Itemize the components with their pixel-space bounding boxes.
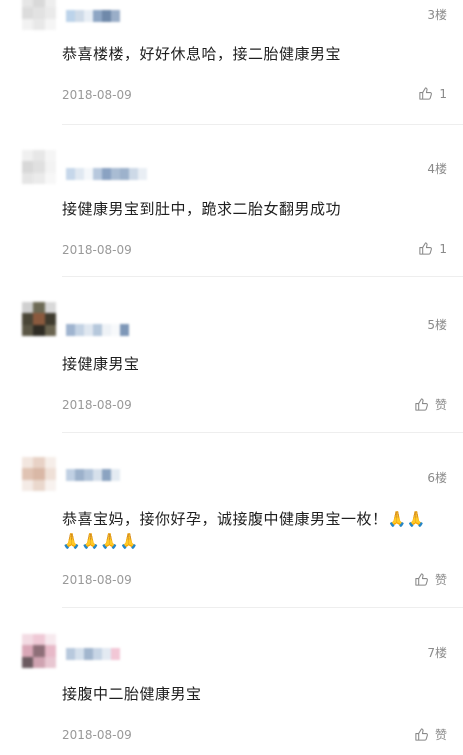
thumbs-up-icon [419,242,433,255]
username[interactable] [66,10,120,22]
username[interactable] [66,168,147,180]
divider [62,124,463,125]
like-button[interactable]: 1 [418,86,447,101]
comment-text: 接腹中二胎健康男宝 [62,685,202,703]
divider [62,276,463,277]
divider [62,432,463,433]
floor-number: 6楼 [427,471,447,485]
comment-text: 恭喜楼楼，好好休息哈，接二胎健康男宝 [62,45,342,63]
comment-text: 接健康男宝到肚中，跪求二胎女翻男成功 [62,200,342,218]
comment-date: 2018-08-09 [62,88,132,102]
avatar[interactable] [22,150,56,184]
comment-text: 接健康男宝 [62,355,140,373]
thumbs-up-icon [415,728,428,741]
like-button[interactable]: 1 [418,241,447,256]
avatar[interactable] [22,457,56,491]
comment-date: 2018-08-09 [62,398,132,412]
like-label: 赞 [434,398,447,412]
divider [62,607,463,608]
avatar[interactable] [22,302,56,336]
thumbs-up-icon [415,573,428,586]
like-count: 1 [439,241,447,256]
like-label: 赞 [434,573,447,587]
username[interactable] [66,324,129,336]
avatar[interactable] [22,0,56,30]
comment-text-line-2: 🙏🙏🙏🙏 [62,532,139,550]
floor-number: 5楼 [427,318,447,332]
floor-number: 3楼 [427,8,447,22]
like-button[interactable]: 赞 [414,571,447,588]
thumbs-up-icon [419,87,433,100]
username[interactable] [66,469,120,481]
like-count: 1 [439,86,447,101]
username[interactable] [66,648,120,660]
like-label: 赞 [434,728,447,742]
thumbs-up-icon [415,398,428,411]
comment-date: 2018-08-09 [62,728,132,742]
comment-date: 2018-08-09 [62,573,132,587]
like-button[interactable]: 赞 [414,396,447,413]
floor-number: 7楼 [427,646,447,660]
avatar[interactable] [22,634,56,668]
like-button[interactable]: 赞 [414,726,447,743]
floor-number: 4楼 [427,162,447,176]
comment-date: 2018-08-09 [62,243,132,257]
